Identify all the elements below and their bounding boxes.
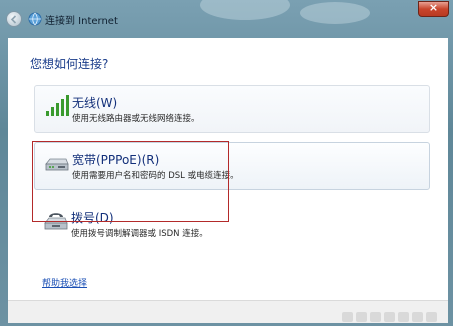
highlight-annotation	[32, 141, 229, 222]
wireless-signal-icon	[46, 95, 69, 116]
title-bar: 连接到 Internet ×	[0, 0, 453, 38]
close-icon: ×	[428, 1, 439, 14]
option-title: 无线(W)	[72, 96, 118, 110]
option-wireless[interactable]: 无线(W) 使用无线路由器或无线网络连接。	[34, 85, 430, 133]
window-title: 连接到 Internet	[45, 16, 118, 27]
close-button[interactable]: ×	[418, 1, 449, 17]
help-me-choose-link[interactable]: 帮助我选择	[42, 276, 87, 289]
network-globe-icon	[28, 12, 42, 26]
page-title: 您想如何连接?	[30, 57, 109, 71]
back-arrow-icon	[10, 15, 17, 24]
dialog-content: 您想如何连接? 无线(W) 使用无线路由器或无线网络连接。 宽带(PPPoE)(…	[8, 38, 448, 300]
option-description: 使用拨号调制解调器或 ISDN 连接。	[71, 229, 208, 239]
watermark	[342, 312, 450, 324]
back-button[interactable]	[6, 11, 22, 27]
option-description: 使用无线路由器或无线网络连接。	[72, 114, 200, 124]
